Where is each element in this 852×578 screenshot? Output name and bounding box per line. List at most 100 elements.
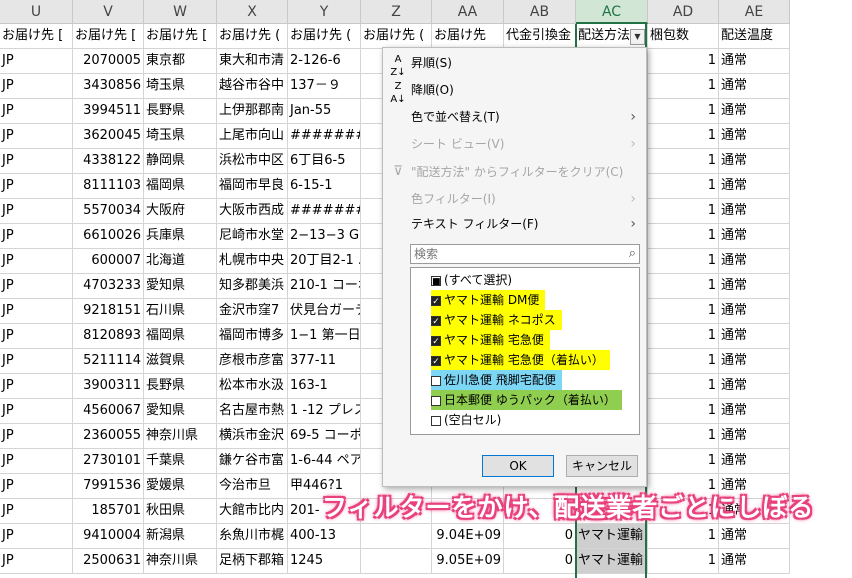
table-cell[interactable]: 尼崎市水堂 <box>217 224 288 249</box>
table-cell[interactable]: 3900311 <box>73 374 144 399</box>
table-cell[interactable]: JP <box>0 99 73 124</box>
table-cell[interactable]: 浜松市中区 <box>217 149 288 174</box>
table-cell[interactable]: 鎌ケ谷市富 <box>217 449 288 474</box>
table-cell[interactable]: 静岡県 <box>144 149 217 174</box>
table-cell[interactable]: 4560067 <box>73 399 144 424</box>
cancel-button[interactable]: キャンセル <box>566 455 638 477</box>
filter-option[interactable]: ✓ ヤマト運輸 DM便 <box>431 290 546 310</box>
table-cell[interactable]: 埼玉県 <box>144 124 217 149</box>
column-header-ae[interactable]: AE <box>719 0 790 24</box>
table-cell[interactable]: 1 <box>648 374 719 399</box>
filter-dropdown-icon[interactable]: ▼ <box>630 29 645 45</box>
header-cell[interactable]: 代金引換金 <box>504 24 576 49</box>
table-cell[interactable]: 1 <box>648 224 719 249</box>
table-cell[interactable]: JP <box>0 174 73 199</box>
table-cell[interactable]: JP <box>0 274 73 299</box>
table-cell[interactable]: 400-13 <box>288 524 361 549</box>
table-cell[interactable]: 千葉県 <box>144 449 217 474</box>
checkbox[interactable]: ■ <box>431 275 441 287</box>
checkbox[interactable] <box>431 395 441 406</box>
header-cell[interactable]: お届け先 ( <box>288 24 361 49</box>
table-cell[interactable]: 愛知県 <box>144 274 217 299</box>
table-cell[interactable]: 通常 <box>719 74 790 99</box>
table-cell[interactable]: 7991536 <box>73 474 144 499</box>
table-cell[interactable]: 6丁目6-5 <box>288 149 361 174</box>
table-cell[interactable]: 2-126-6 <box>288 49 361 74</box>
table-cell[interactable]: 0 <box>504 549 576 574</box>
table-cell[interactable]: JP <box>0 349 73 374</box>
table-cell[interactable]: 1 <box>648 549 719 574</box>
table-cell[interactable] <box>361 524 432 549</box>
table-cell[interactable]: 神奈川県 <box>144 424 217 449</box>
table-cell[interactable]: 札幌市中央 <box>217 249 288 274</box>
table-cell[interactable]: JP <box>0 49 73 74</box>
table-cell[interactable]: 3430856 <box>73 74 144 99</box>
column-header-ac[interactable]: AC <box>576 0 648 24</box>
table-cell[interactable]: 210-1 コーポ <box>288 274 361 299</box>
table-cell[interactable]: 1 <box>648 199 719 224</box>
table-cell[interactable]: 2730101 <box>73 449 144 474</box>
table-cell[interactable]: 福岡市早良 <box>217 174 288 199</box>
table-cell[interactable]: 3620045 <box>73 124 144 149</box>
table-cell[interactable]: 8111103 <box>73 174 144 199</box>
table-cell[interactable]: 2070005 <box>73 49 144 74</box>
checkbox[interactable] <box>431 415 441 426</box>
table-cell[interactable]: 長野県 <box>144 99 217 124</box>
table-cell[interactable]: 福岡県 <box>144 174 217 199</box>
table-cell[interactable]: JP <box>0 124 73 149</box>
table-cell[interactable]: 大阪市西成 <box>217 199 288 224</box>
table-cell[interactable]: 秋田県 <box>144 499 217 524</box>
column-header-u[interactable]: U <box>0 0 73 24</box>
filter-option[interactable]: 日本郵便 ゆうパック（着払い） <box>431 390 622 410</box>
table-cell[interactable] <box>361 549 432 574</box>
table-cell[interactable]: JP <box>0 224 73 249</box>
column-header-aa[interactable]: AA <box>432 0 504 24</box>
table-cell[interactable]: 2−13−3 Gra <box>288 224 361 249</box>
column-header-y[interactable]: Y <box>288 0 361 24</box>
table-cell[interactable]: 通常 <box>719 324 790 349</box>
table-cell[interactable]: 大館市比内 <box>217 499 288 524</box>
checkbox[interactable]: ✓ <box>431 315 441 327</box>
filter-option[interactable]: ■ (すべて選択) <box>431 270 518 290</box>
table-cell[interactable]: 今治市旦 <box>217 474 288 499</box>
table-cell[interactable]: ヤマト運輸 <box>576 549 648 574</box>
header-cell[interactable]: 配送方法 ▼ <box>576 24 648 49</box>
table-cell[interactable]: 東京都 <box>144 49 217 74</box>
table-cell[interactable]: JP <box>0 399 73 424</box>
table-cell[interactable]: 金沢市窪7 <box>217 299 288 324</box>
table-cell[interactable]: 通常 <box>719 249 790 274</box>
table-cell[interactable]: 9218151 <box>73 299 144 324</box>
table-cell[interactable]: 通常 <box>719 224 790 249</box>
table-cell[interactable]: JP <box>0 474 73 499</box>
text-filter-item[interactable]: テキスト フィルター(F) › <box>383 211 646 237</box>
table-cell[interactable]: 3994511 <box>73 99 144 124</box>
table-cell[interactable]: 兵庫県 <box>144 224 217 249</box>
table-cell[interactable]: 8120893 <box>73 324 144 349</box>
table-cell[interactable]: 横浜市金沢 <box>217 424 288 449</box>
table-cell[interactable]: 1 <box>648 449 719 474</box>
table-cell[interactable]: 4703233 <box>73 274 144 299</box>
table-cell[interactable]: 1245 <box>288 549 361 574</box>
table-cell[interactable]: 5570034 <box>73 199 144 224</box>
header-cell[interactable]: お届け先 [ <box>73 24 144 49</box>
header-cell[interactable]: お届け先 [ <box>144 24 217 49</box>
header-cell[interactable]: お届け先 <box>432 24 504 49</box>
table-cell[interactable]: 通常 <box>719 124 790 149</box>
table-cell[interactable]: 1 <box>648 174 719 199</box>
checkbox[interactable]: ✓ <box>431 335 441 347</box>
checkbox[interactable]: ✓ <box>431 295 441 307</box>
table-cell[interactable]: 通常 <box>719 49 790 74</box>
table-cell[interactable]: 松本市水汲 <box>217 374 288 399</box>
table-cell[interactable]: ヤマト運輸 <box>576 524 648 549</box>
ok-button[interactable]: OK <box>482 455 554 477</box>
table-cell[interactable]: 名古屋市熱 <box>217 399 288 424</box>
column-header-ab[interactable]: AB <box>504 0 576 24</box>
table-cell[interactable]: 通常 <box>719 274 790 299</box>
table-cell[interactable]: 6-15-1 <box>288 174 361 199</box>
column-header-x[interactable]: X <box>217 0 288 24</box>
filter-option[interactable]: 佐川急便 飛脚宅配便 <box>431 370 562 390</box>
table-cell[interactable]: 愛知県 <box>144 399 217 424</box>
table-cell[interactable]: 9.04E+09 <box>432 524 504 549</box>
table-cell[interactable]: 神奈川県 <box>144 549 217 574</box>
header-cell[interactable]: お届け先 ( <box>217 24 288 49</box>
